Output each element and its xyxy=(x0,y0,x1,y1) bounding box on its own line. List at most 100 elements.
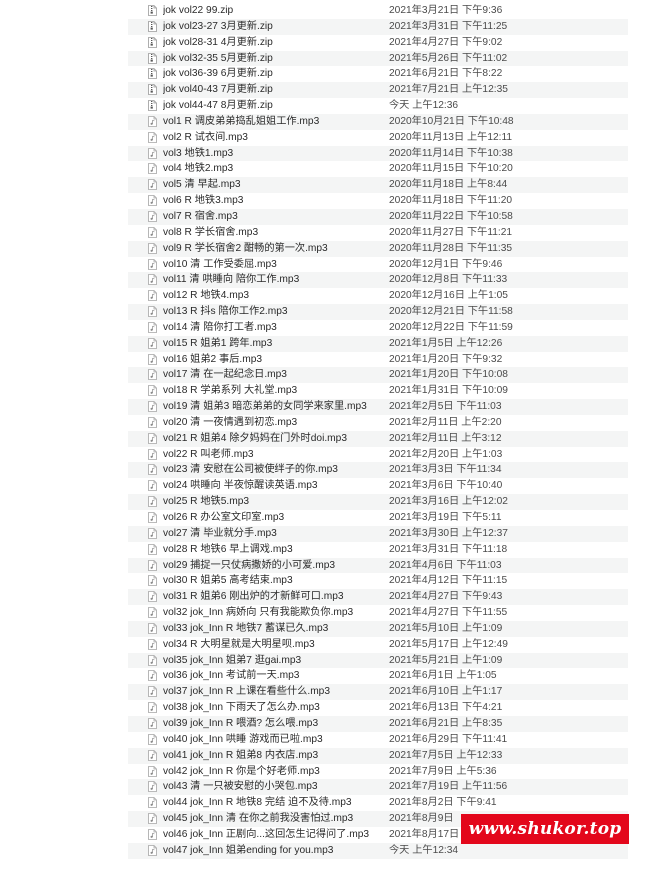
file-row[interactable]: vol22 R 叫老师.mp3 2021年2月20日 上午1:03 xyxy=(128,447,628,463)
file-name: vol35 jok_Inn 姐弟7 逛gai.mp3 xyxy=(163,654,302,666)
file-date-modified: 2021年6月13日 下午4:21 xyxy=(389,702,503,714)
file-name: vol31 R 姐弟6 刚出炉的才新鲜可口.mp3 xyxy=(163,591,344,603)
file-row[interactable]: vol24 哄睡向 半夜惊醒读英语.mp3 2021年3月6日 下午10:40 xyxy=(128,478,628,494)
file-row[interactable]: vol27 清 毕业就分手.mp3 2021年3月30日 上午12:37 xyxy=(128,525,628,542)
audio-file-icon xyxy=(148,401,157,412)
audio-file-icon xyxy=(148,179,157,191)
watermark-banner: www.shukor.top xyxy=(461,814,629,844)
file-row[interactable]: vol5 清 早起.mp3 2020年11月18日 上午8:44 xyxy=(128,177,628,194)
file-row[interactable]: vol11 清 哄睡向 陪你工作.mp3 2020年12月8日 下午11:33 xyxy=(128,272,628,289)
file-row[interactable]: vol8 R 学长宿舍.mp3 2020年11月27日 下午11:21 xyxy=(128,225,628,241)
file-row[interactable]: vol40 jok_Inn 哄睡 游戏而已啦.mp3 2021年6月29日 下午… xyxy=(128,732,628,748)
file-row[interactable]: vol34 R 大明星就是大明星呗.mp3 2021年5月17日 上午12:49 xyxy=(128,637,628,653)
audio-file-icon xyxy=(148,543,157,555)
audio-file-icon xyxy=(148,147,157,159)
file-row[interactable]: vol12 R 地铁4.mp3 2020年12月16日 上午1:05 xyxy=(128,288,628,304)
file-date-modified: 2021年6月1日 上午1:05 xyxy=(389,670,497,682)
file-row[interactable]: vol9 R 学长宿舍2 酣畅的第一次.mp3 2020年11月28日 下午11… xyxy=(128,240,628,257)
file-name: vol41 jok_Inn R 姐弟8 内衣店.mp3 xyxy=(163,749,319,761)
file-row[interactable]: jok vol22 99.zip 2021年3月21日 下午9:36 xyxy=(128,3,628,19)
file-row[interactable]: jok vol23-27 3月更新.zip 2021年3月31日 下午11:25 xyxy=(128,18,628,35)
file-row[interactable]: vol39 jok_Inn R 喂酒? 怎么喂.mp3 2021年6月21日 上… xyxy=(128,715,628,732)
file-date-modified: 2021年1月31日 下午10:09 xyxy=(389,385,508,397)
zip-archive-icon xyxy=(148,36,157,48)
file-date-modified: 今天 上午12:34 xyxy=(389,844,459,856)
file-row[interactable]: vol19 清 姐弟3 暗恋弟弟的女同学来家里.mp3 2021年2月5日 下午… xyxy=(128,399,628,415)
file-row[interactable]: vol15 R 姐弟1 跨年.mp3 2021年1月5日 上午12:26 xyxy=(128,335,628,352)
file-row[interactable]: vol20 清 一夜情遇到初恋.mp3 2021年2月11日 上午2:20 xyxy=(128,415,628,431)
file-row[interactable]: vol1 R 调皮弟弟捣乱姐姐工作.mp3 2020年10月21日 下午10:4… xyxy=(128,113,628,130)
file-name: jok vol32-35 5月更新.zip xyxy=(163,52,273,64)
audio-file-icon xyxy=(148,353,157,365)
file-row[interactable]: vol28 R 地铁6 早上调戏.mp3 2021年3月31日 下午11:18 xyxy=(128,542,628,558)
file-date-modified: 2021年2月20日 上午1:03 xyxy=(389,448,503,460)
file-row[interactable]: vol7 R 宿舍.mp3 2020年11月22日 下午10:58 xyxy=(128,208,628,225)
file-row[interactable]: vol2 R 试衣间.mp3 2020年11月13日 上午12:11 xyxy=(128,130,628,146)
audio-file-icon xyxy=(148,163,157,175)
audio-file-icon xyxy=(148,290,157,302)
file-row[interactable]: vol33 jok_Inn R 地铁7 蓄谋已久.mp3 2021年5月10日 … xyxy=(128,620,628,637)
file-name: vol10 清 工作受委屈.mp3 xyxy=(163,258,277,270)
file-date-modified: 2021年6月29日 下午11:41 xyxy=(389,733,508,745)
file-row[interactable]: vol18 R 学弟系列 大礼堂.mp3 2021年1月31日 下午10:09 xyxy=(128,383,628,399)
file-row[interactable]: vol41 jok_Inn R 姐弟8 内衣店.mp3 2021年7月5日 上午… xyxy=(128,747,628,764)
file-name: vol22 R 叫老师.mp3 xyxy=(163,448,254,460)
file-row[interactable]: vol6 R 地铁3.mp3 2020年11月18日 下午11:20 xyxy=(128,193,628,209)
file-row[interactable]: vol4 地铁2.mp3 2020年11月15日 下午10:20 xyxy=(128,161,628,177)
file-row[interactable]: vol47 jok_Inn 姐弟ending for you.mp3 今天 上午… xyxy=(128,842,628,859)
file-row[interactable]: vol21 R 姐弟4 除夕妈妈在门外时doi.mp3 2021年2月11日 上… xyxy=(128,430,628,447)
file-row[interactable]: vol16 姐弟2 事后.mp3 2021年1月20日 下午9:32 xyxy=(128,352,628,368)
file-row[interactable]: jok vol44-47 8月更新.zip 今天 上午12:36 xyxy=(128,98,628,114)
file-row[interactable]: vol44 jok_Inn R 地铁8 完结 迫不及待.mp3 2021年8月2… xyxy=(128,795,628,811)
file-row[interactable]: jok vol28-31 4月更新.zip 2021年4月27日 下午9:02 xyxy=(128,35,628,51)
file-row[interactable]: vol14 清 陪你打工者.mp3 2020年12月22日 下午11:59 xyxy=(128,320,628,336)
file-row[interactable]: vol17 清 在一起纪念日.mp3 2021年1月20日 下午10:08 xyxy=(128,367,628,384)
audio-file-icon xyxy=(148,828,157,840)
file-date-modified: 2021年2月11日 上午2:20 xyxy=(389,416,502,428)
file-date-modified: 2021年5月10日 上午1:09 xyxy=(389,622,503,634)
file-row[interactable]: vol38 jok_Inn 下雨天了怎么办.mp3 2021年6月13日 下午4… xyxy=(128,700,628,716)
zip-archive-icon xyxy=(148,52,157,64)
file-row[interactable]: vol37 jok_Inn R 上课在看些什么.mp3 2021年6月10日 上… xyxy=(128,684,628,701)
file-row[interactable]: vol26 R 办公室文印室.mp3 2021年3月19日 下午5:11 xyxy=(128,510,628,526)
file-row[interactable]: jok vol40-43 7月更新.zip 2021年7月21日 上午12:35 xyxy=(128,82,628,99)
file-row[interactable]: vol42 jok_Inn R 你是个好老师.mp3 2021年7月9日 上午5… xyxy=(128,764,628,780)
file-row[interactable]: jok vol32-35 5月更新.zip 2021年5月26日 下午11:02 xyxy=(128,50,628,67)
file-date-modified: 2021年1月5日 上午12:26 xyxy=(389,337,503,349)
file-name: vol14 清 陪你打工者.mp3 xyxy=(163,321,277,333)
audio-file-icon xyxy=(148,733,157,745)
audio-file-icon xyxy=(148,195,157,207)
file-date-modified: 2021年2月11日 上午3:12 xyxy=(389,432,502,444)
file-row[interactable]: vol10 清 工作受委屈.mp3 2020年12月1日 下午9:46 xyxy=(128,257,628,273)
file-date-modified: 2021年8月2日 下午9:41 xyxy=(389,797,497,809)
file-row[interactable]: vol31 R 姐弟6 刚出炉的才新鲜可口.mp3 2021年4月27日 下午9… xyxy=(128,589,628,606)
zip-archive-icon xyxy=(148,100,157,111)
audio-file-icon xyxy=(148,432,157,444)
file-date-modified: 2021年3月19日 下午5:11 xyxy=(389,512,502,523)
file-name: vol34 R 大明星就是大明星呗.mp3 xyxy=(163,638,315,650)
file-row[interactable]: vol43 清 一只被安慰的小哭包.mp3 2021年7月19日 上午11:56 xyxy=(128,779,628,796)
file-row[interactable]: vol25 R 地铁5.mp3 2021年3月16日 上午12:02 xyxy=(128,494,628,510)
file-row[interactable]: vol36 jok_Inn 考试前一天.mp3 2021年6月1日 上午1:05 xyxy=(128,668,628,684)
file-name: vol46 jok_Inn 正剧向...这回怎生记得问了.mp3 xyxy=(163,828,370,840)
file-row[interactable]: vol32 jok_Inn 病娇向 只有我能欺负你.mp3 2021年4月27日… xyxy=(128,605,628,621)
file-row[interactable]: vol29 捕捉一只仗病撒娇的小可爱.mp3 2021年4月6日 下午11:03 xyxy=(128,557,628,574)
file-row[interactable]: vol23 清 安慰在公司被使绊子的你.mp3 2021年3月3日 下午11:3… xyxy=(128,462,628,479)
file-row[interactable]: vol30 R 姐弟5 高考结束.mp3 2021年4月12日 下午11:15 xyxy=(128,573,628,589)
file-row[interactable]: jok vol36-39 6月更新.zip 2021年6月21日 下午8:22 xyxy=(128,66,628,82)
audio-file-icon xyxy=(148,116,157,127)
file-name: vol3 地铁1.mp3 xyxy=(163,147,234,159)
zip-archive-icon xyxy=(148,68,157,80)
file-name: vol25 R 地铁5.mp3 xyxy=(163,496,250,508)
audio-file-icon xyxy=(148,527,157,539)
file-name: jok vol40-43 7月更新.zip xyxy=(163,84,273,96)
audio-file-icon xyxy=(148,242,157,254)
file-row[interactable]: vol3 地铁1.mp3 2020年11月14日 下午10:38 xyxy=(128,145,628,162)
file-row[interactable]: vol35 jok_Inn 姐弟7 逛gai.mp3 2021年5月21日 上午… xyxy=(128,652,628,669)
audio-file-icon xyxy=(148,131,157,143)
file-date-modified: 2021年7月19日 上午11:56 xyxy=(389,781,508,793)
file-name: vol13 R 抖s 陪你工作2.mp3 xyxy=(163,306,288,318)
file-name: vol2 R 试衣间.mp3 xyxy=(163,131,248,143)
file-date-modified: 2021年4月27日 下午11:55 xyxy=(389,607,508,619)
file-row[interactable]: vol13 R 抖s 陪你工作2.mp3 2020年12月21日 下午11:58 xyxy=(128,304,628,320)
